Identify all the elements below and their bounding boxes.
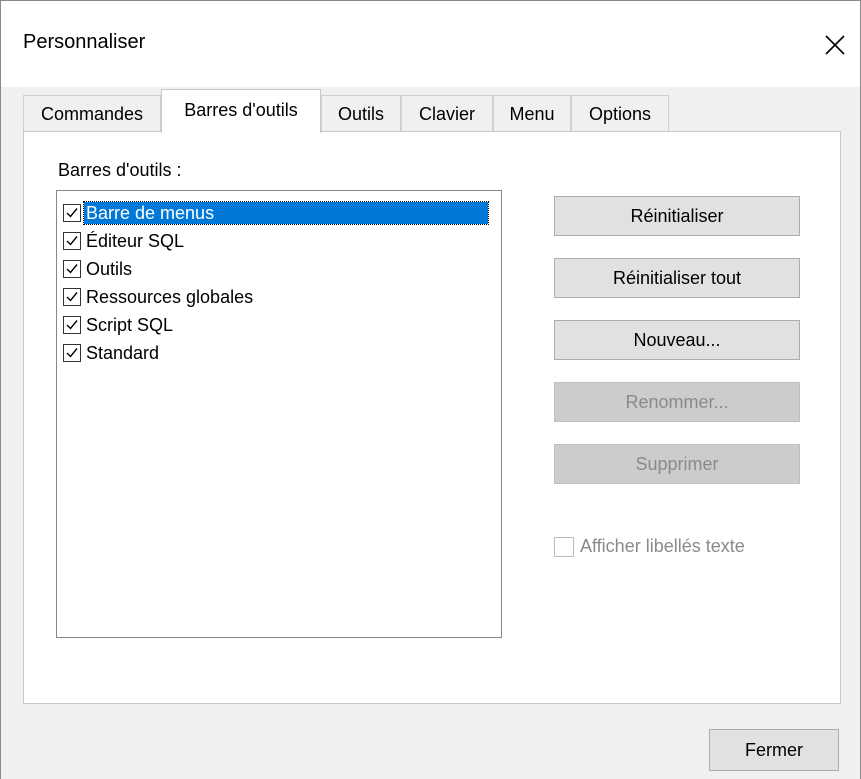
close-icon — [825, 35, 845, 55]
show-text-labels-label: Afficher libellés texte — [580, 536, 745, 556]
show-text-labels-checkbox — [554, 536, 574, 557]
tab-menu[interactable]: Menu — [493, 95, 571, 131]
list-item-label: Barre de menus — [83, 201, 489, 225]
toolbars-list-label: Barres d'outils : — [58, 160, 182, 180]
check-icon — [66, 236, 78, 246]
tab-strip: Commandes Barres d'outils Outils Clavier… — [1, 89, 861, 133]
tab-clavier[interactable]: Clavier — [401, 95, 493, 131]
check-icon — [66, 320, 78, 330]
list-item-label: Script SQL — [86, 315, 174, 335]
checkbox[interactable] — [63, 204, 81, 222]
toolbars-listbox[interactable]: Barre de menus Éditeur SQL Outils Ressou… — [56, 190, 502, 638]
reset-button[interactable]: Réinitialiser — [554, 196, 800, 236]
list-item-label: Outils — [86, 259, 133, 279]
new-button[interactable]: Nouveau... — [554, 320, 800, 360]
checkbox[interactable] — [63, 288, 81, 306]
list-item-outils[interactable]: Outils — [63, 255, 134, 283]
title-bar: Personnaliser — [1, 1, 860, 87]
customize-dialog: Personnaliser Commandes Barres d'outils … — [0, 0, 861, 779]
checkbox[interactable] — [63, 344, 81, 362]
check-icon — [66, 264, 78, 274]
checkbox[interactable] — [63, 260, 81, 278]
checkbox[interactable] — [63, 232, 81, 250]
close-button[interactable]: Fermer — [709, 729, 839, 771]
check-icon — [66, 208, 78, 218]
list-item-standard[interactable]: Standard — [63, 339, 161, 367]
list-item-label: Standard — [86, 343, 160, 363]
tab-outils[interactable]: Outils — [321, 95, 401, 131]
tab-options[interactable]: Options — [571, 95, 669, 131]
tab-commandes[interactable]: Commandes — [23, 95, 161, 131]
check-icon — [66, 292, 78, 302]
list-item-ressources-globales[interactable]: Ressources globales — [63, 283, 255, 311]
tab-barres-doutils[interactable]: Barres d'outils — [161, 89, 321, 133]
check-icon — [66, 348, 78, 358]
close-window-button[interactable] — [813, 23, 857, 67]
delete-button: Supprimer — [554, 444, 800, 484]
toolbars-tab-panel: Barres d'outils : Barre de menus Éditeur… — [23, 131, 841, 704]
show-text-labels-option: Afficher libellés texte — [554, 536, 745, 557]
list-item-barre-de-menus[interactable]: Barre de menus — [63, 199, 489, 227]
list-item-label: Ressources globales — [86, 287, 254, 307]
list-item-editeur-sql[interactable]: Éditeur SQL — [63, 227, 186, 255]
dialog-title: Personnaliser — [23, 31, 146, 53]
rename-button: Renommer... — [554, 382, 800, 422]
checkbox[interactable] — [63, 316, 81, 334]
list-item-label: Éditeur SQL — [86, 231, 185, 251]
reset-all-button[interactable]: Réinitialiser tout — [554, 258, 800, 298]
list-item-script-sql[interactable]: Script SQL — [63, 311, 175, 339]
